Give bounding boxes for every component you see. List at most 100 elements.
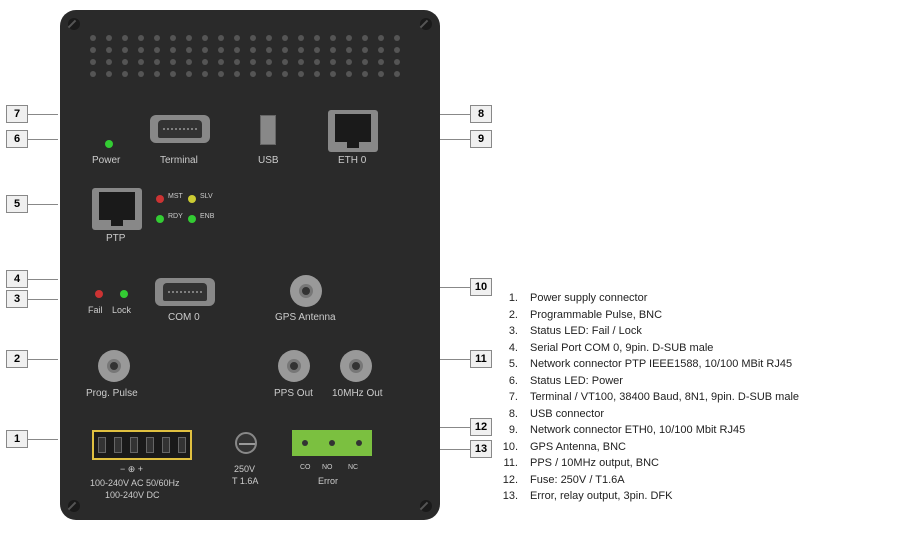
callout-7: 7 [6, 105, 58, 123]
prog-label: Prog. Pulse [86, 388, 138, 399]
terminal-port [150, 115, 210, 143]
legend-num: 6. [500, 373, 530, 390]
legend-text: Error, relay output, 3pin. DFK [530, 488, 672, 505]
legend-num: 13. [500, 488, 530, 505]
com0-label: COM 0 [168, 312, 200, 323]
legend-row: 12.Fuse: 250V / T1.6A [500, 472, 799, 489]
power-label: Power [92, 155, 120, 166]
power-spec2: 100-240V DC [105, 490, 160, 500]
vent-dots [90, 35, 410, 85]
rdy-led-icon [156, 215, 164, 223]
legend-row: 10.GPS Antenna, BNC [500, 439, 799, 456]
fail-led-icon [95, 290, 103, 298]
legend-text: Status LED: Fail / Lock [530, 323, 642, 340]
legend-num: 5. [500, 356, 530, 373]
ptp-label: PTP [106, 233, 125, 244]
lock-led-icon [120, 290, 128, 298]
legend-row: 5.Network connector PTP IEEE1588, 10/100… [500, 356, 799, 373]
terminal-label: Terminal [160, 155, 198, 166]
callout-1: 1 [6, 430, 58, 448]
legend-row: 8.USB connector [500, 406, 799, 423]
mhz-label: 10MHz Out [332, 388, 383, 399]
callout-10: 10 [440, 278, 492, 296]
callout-6: 6 [6, 130, 58, 148]
legend-text: Programmable Pulse, BNC [530, 307, 662, 324]
legend-text: USB connector [530, 406, 604, 423]
callout-11: 11 [440, 350, 492, 368]
legend-text: PPS / 10MHz output, BNC [530, 455, 659, 472]
legend-num: 2. [500, 307, 530, 324]
rdy-label: RDY [168, 213, 183, 220]
legend-num: 1. [500, 290, 530, 307]
slv-label: SLV [200, 193, 213, 200]
prog-pulse-port [98, 350, 130, 382]
mst-led-icon [156, 195, 164, 203]
legend-text: Terminal / VT100, 38400 Baud, 8N1, 9pin.… [530, 389, 799, 406]
relay-co: CO [300, 464, 311, 471]
relay-no: NO [322, 464, 333, 471]
relay-connector [292, 430, 372, 456]
legend-num: 12. [500, 472, 530, 489]
eth0-port [328, 110, 378, 152]
callout-13: 13 [440, 440, 492, 458]
pps-label: PPS Out [274, 388, 313, 399]
legend-text: Power supply connector [530, 290, 647, 307]
legend-row: 11.PPS / 10MHz output, BNC [500, 455, 799, 472]
mhz-port [340, 350, 372, 382]
legend-text: Network connector PTP IEEE1588, 10/100 M… [530, 356, 792, 373]
power-led-icon [105, 140, 113, 148]
gps-label: GPS Antenna [275, 312, 336, 323]
error-label: Error [318, 476, 338, 486]
legend-text: Network connector ETH0, 10/100 Mbit RJ45 [530, 422, 745, 439]
fuse-icon [235, 432, 257, 454]
mst-label: MST [168, 193, 183, 200]
legend-row: 4.Serial Port COM 0, 9pin. D-SUB male [500, 340, 799, 357]
enb-led-icon [188, 215, 196, 223]
callout-2: 2 [6, 350, 58, 368]
callout-3: 3 [6, 290, 58, 308]
legend-num: 10. [500, 439, 530, 456]
legend: 1.Power supply connector2.Programmable P… [500, 290, 799, 505]
legend-row: 2.Programmable Pulse, BNC [500, 307, 799, 324]
legend-row: 1.Power supply connector [500, 290, 799, 307]
usb-port [260, 115, 276, 145]
com0-port [155, 278, 215, 306]
screw-icon [68, 500, 80, 512]
power-sym: − ⊕ + [120, 464, 143, 475]
usb-label: USB [258, 155, 279, 166]
legend-row: 7.Terminal / VT100, 38400 Baud, 8N1, 9pi… [500, 389, 799, 406]
legend-row: 9.Network connector ETH0, 10/100 Mbit RJ… [500, 422, 799, 439]
power-spec1: 100-240V AC 50/60Hz [90, 478, 180, 488]
callout-12: 12 [440, 418, 492, 436]
ptp-port [92, 188, 142, 230]
legend-num: 9. [500, 422, 530, 439]
callout-8: 8 [440, 105, 492, 123]
legend-text: Serial Port COM 0, 9pin. D-SUB male [530, 340, 713, 357]
fuse-a: T 1.6A [232, 476, 258, 486]
power-connector [92, 430, 192, 460]
enb-label: ENB [200, 213, 214, 220]
legend-num: 3. [500, 323, 530, 340]
callout-5: 5 [6, 195, 58, 213]
gps-port [290, 275, 322, 307]
legend-num: 4. [500, 340, 530, 357]
screw-icon [68, 18, 80, 30]
screw-icon [420, 18, 432, 30]
legend-text: Status LED: Power [530, 373, 623, 390]
legend-text: Fuse: 250V / T1.6A [530, 472, 625, 489]
legend-num: 8. [500, 406, 530, 423]
relay-nc: NC [348, 464, 358, 471]
device-panel: Power Terminal USB ETH 0 PTP MST SLV RDY… [60, 10, 440, 520]
eth0-label: ETH 0 [338, 155, 366, 166]
legend-row: 3.Status LED: Fail / Lock [500, 323, 799, 340]
fail-label: Fail [88, 305, 103, 315]
callout-9: 9 [440, 130, 492, 148]
lock-label: Lock [112, 305, 131, 315]
slv-led-icon [188, 195, 196, 203]
fuse-v: 250V [234, 464, 255, 474]
legend-row: 6.Status LED: Power [500, 373, 799, 390]
pps-port [278, 350, 310, 382]
legend-text: GPS Antenna, BNC [530, 439, 626, 456]
legend-num: 7. [500, 389, 530, 406]
screw-icon [420, 500, 432, 512]
